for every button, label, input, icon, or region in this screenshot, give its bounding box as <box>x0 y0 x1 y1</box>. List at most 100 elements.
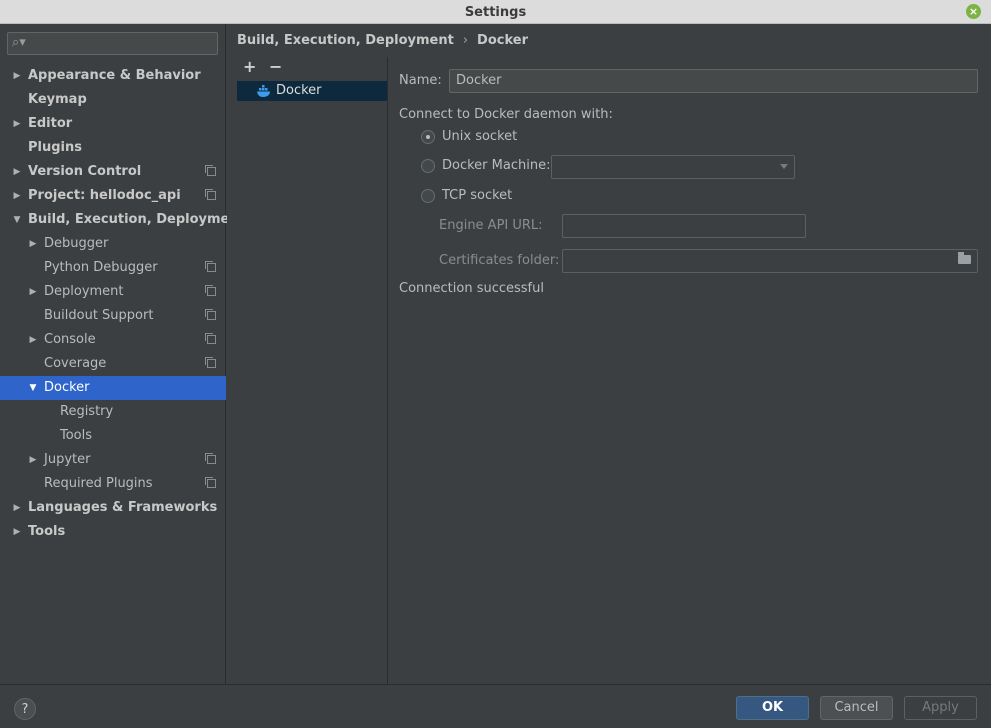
project-scope-icon <box>205 453 216 464</box>
tree-item[interactable]: ▶ Console <box>0 328 226 352</box>
connect-label: Connect to Docker daemon with: <box>399 107 613 122</box>
tree-item-label: Deployment <box>44 284 124 299</box>
tree-item-label: Languages & Frameworks <box>28 500 218 515</box>
chevron-down-icon[interactable]: ▼ <box>28 376 38 400</box>
chevron-right-icon[interactable]: ▶ <box>12 160 22 184</box>
list-item-docker[interactable]: Docker <box>237 81 387 101</box>
project-scope-icon <box>205 477 216 488</box>
tree-item[interactable]: ▶ Debugger <box>0 232 226 256</box>
chevron-right-icon[interactable]: ▶ <box>12 520 22 544</box>
tree-item[interactable]: ▶ Version Control <box>0 160 226 184</box>
tree-item[interactable]: ▶ Languages & Frameworks <box>0 496 226 520</box>
breadcrumb-current: Docker <box>477 33 528 48</box>
dialog-footer: ? OK Cancel Apply <box>0 684 991 728</box>
chevron-right-icon[interactable]: ▶ <box>12 184 22 208</box>
tree-item-label: Build, Execution, Deployment <box>28 212 245 227</box>
list-item-label: Docker <box>276 83 322 98</box>
chevron-right-icon[interactable]: ▶ <box>28 448 38 472</box>
tree-item-label: Console <box>44 332 96 347</box>
tree-item[interactable]: ▶ Editor <box>0 112 226 136</box>
chevron-right-icon[interactable]: ▶ <box>28 280 38 304</box>
project-scope-icon <box>205 357 216 368</box>
tree-item[interactable]: ▼ Docker <box>0 376 226 400</box>
tree-item[interactable]: ▶ Jupyter <box>0 448 226 472</box>
project-scope-icon <box>205 165 216 176</box>
tree-item-label: Buildout Support <box>44 308 154 323</box>
unix-socket-radio[interactable] <box>421 130 435 144</box>
project-scope-icon <box>205 261 216 272</box>
chevron-down-icon[interactable]: ▼ <box>12 208 22 232</box>
window-title: Settings <box>464 5 527 20</box>
apply-button[interactable]: Apply <box>904 696 977 720</box>
tree-item[interactable]: Required Plugins <box>0 472 226 496</box>
search-input[interactable]: ⌕▾ <box>7 32 218 55</box>
tree-item[interactable]: Python Debugger <box>0 256 226 280</box>
docker-icon <box>257 85 270 97</box>
tree-item[interactable]: Keymap <box>0 88 226 112</box>
folder-icon[interactable] <box>958 252 971 264</box>
project-scope-icon <box>205 309 216 320</box>
breadcrumb: Build, Execution, Deployment › Docker <box>237 33 528 48</box>
docker-machine-select[interactable] <box>551 155 795 179</box>
chevron-right-icon[interactable]: ▶ <box>12 496 22 520</box>
docker-list-panel: + − Docker <box>227 57 388 684</box>
tree-item-label: Coverage <box>44 356 107 371</box>
chevron-right-icon[interactable]: ▶ <box>28 232 38 256</box>
engine-api-url-field[interactable] <box>562 214 806 238</box>
connection-status: Connection successful <box>399 281 544 296</box>
tree-item[interactable]: ▶ Appearance & Behavior <box>0 64 226 88</box>
close-icon[interactable]: × <box>966 4 981 19</box>
chevron-right-icon[interactable]: ▶ <box>28 328 38 352</box>
title-bar: Settings × <box>0 0 991 24</box>
help-icon[interactable]: ? <box>14 698 36 720</box>
docker-machine-label[interactable]: Docker Machine: <box>442 158 550 173</box>
breadcrumb-separator: › <box>462 33 469 48</box>
tree-item-label: Required Plugins <box>44 476 153 491</box>
settings-sidebar: ⌕▾ ▶ Appearance & Behavior Keymap ▶ Editor Pl… <box>0 24 245 684</box>
tree-item-label: Editor <box>28 116 73 131</box>
tree-item-label: Keymap <box>28 92 87 107</box>
cancel-button[interactable]: Cancel <box>820 696 893 720</box>
certificates-folder-field[interactable] <box>562 249 978 273</box>
tree-item[interactable]: ▶ Deployment <box>0 280 226 304</box>
ok-button[interactable]: OK <box>736 696 809 720</box>
engine-api-url-label: Engine API URL: <box>439 218 543 233</box>
tree-item-label: Tools <box>60 428 93 443</box>
tree-item-label: Registry <box>60 404 114 419</box>
tree-item-label: Debugger <box>44 236 109 251</box>
tree-item[interactable]: ▼ Build, Execution, Deployment <box>0 208 245 232</box>
tree-item[interactable]: Plugins <box>0 136 226 160</box>
tree-item-label: Tools <box>28 524 66 539</box>
tree-item-label: Project: hellodoc_api <box>28 188 181 203</box>
name-field[interactable]: Docker <box>449 69 978 93</box>
docker-machine-radio[interactable] <box>421 159 435 173</box>
name-label: Name: <box>399 73 442 88</box>
tree-item[interactable]: ▶ Tools <box>0 520 226 544</box>
tcp-socket-label[interactable]: TCP socket <box>442 188 512 203</box>
tree-item[interactable]: Registry <box>0 400 226 424</box>
tcp-socket-radio[interactable] <box>421 189 435 203</box>
add-icon[interactable]: + <box>243 59 256 75</box>
tree-item[interactable]: ▶ Project: hellodoc_api <box>0 184 226 208</box>
settings-tree: ▶ Appearance & Behavior Keymap ▶ Editor Plugi… <box>0 64 245 544</box>
project-scope-icon <box>205 285 216 296</box>
search-icon: ⌕▾ <box>12 35 26 50</box>
tree-item-label: Jupyter <box>44 452 91 467</box>
chevron-right-icon[interactable]: ▶ <box>12 64 22 88</box>
breadcrumb-parent[interactable]: Build, Execution, Deployment <box>237 33 454 48</box>
chevron-down-icon <box>780 164 788 169</box>
tree-item[interactable]: Tools <box>0 424 226 448</box>
tree-item-label: Python Debugger <box>44 260 158 275</box>
chevron-right-icon[interactable]: ▶ <box>12 112 22 136</box>
certificates-folder-label: Certificates folder: <box>439 253 560 268</box>
unix-socket-label[interactable]: Unix socket <box>442 129 517 144</box>
remove-icon[interactable]: − <box>269 59 282 75</box>
tree-item[interactable]: Buildout Support <box>0 304 226 328</box>
tree-item-label: Plugins <box>28 140 82 155</box>
tree-item[interactable]: Coverage <box>0 352 226 376</box>
tree-item-label: Version Control <box>28 164 142 179</box>
tree-item-label: Docker <box>44 380 90 395</box>
docker-config-form: Name: Docker Connect to Docker daemon wi… <box>389 57 991 684</box>
project-scope-icon <box>205 189 216 200</box>
tree-item-label: Appearance & Behavior <box>28 68 201 83</box>
